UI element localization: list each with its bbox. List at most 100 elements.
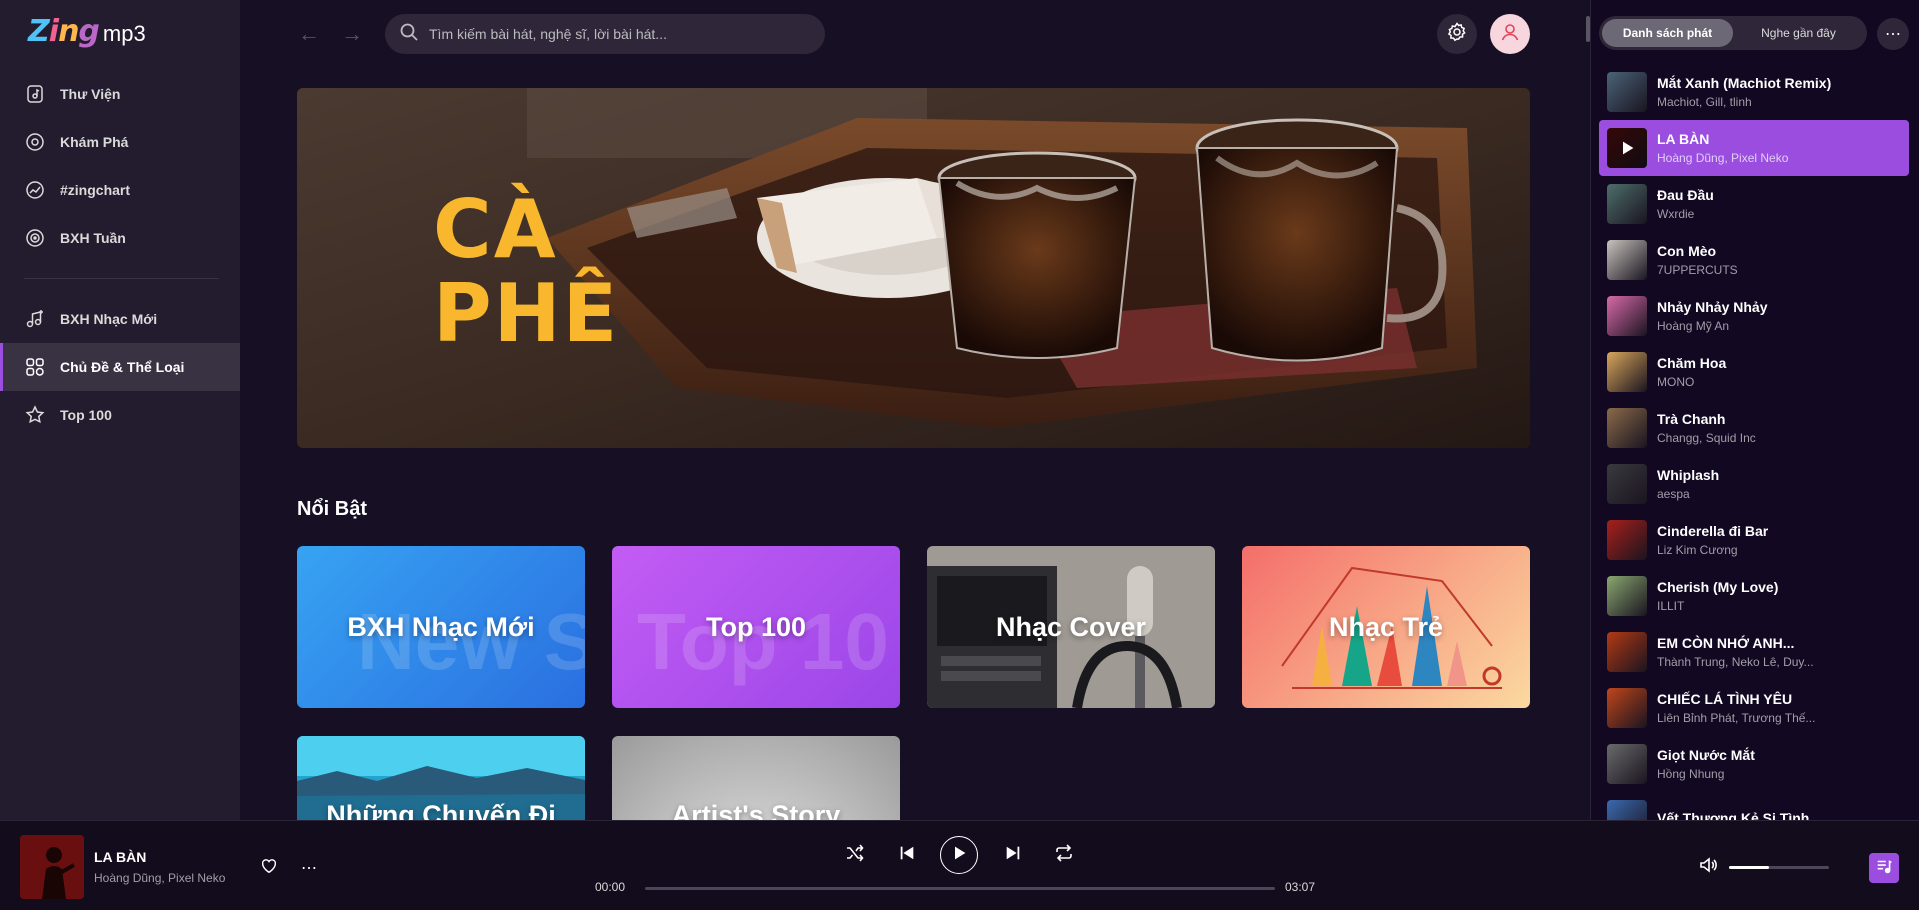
featured-card-new-chart[interactable]: New S BXH Nhạc Mới: [297, 546, 585, 708]
song-artist[interactable]: Liz Kim Cương: [1657, 543, 1837, 557]
featured-card-cover[interactable]: Nhạc Cover: [927, 546, 1215, 708]
sidebar-nav-secondary: BXH Nhạc Mới Chủ Đề & Thể Loại Top 100: [0, 295, 240, 439]
queue-item[interactable]: Chăm Hoa MONO: [1599, 344, 1909, 400]
song-artist[interactable]: Hoàng Mỹ An: [1657, 319, 1837, 333]
queue-item-text: Whiplash aespa: [1657, 467, 1897, 501]
song-artist[interactable]: Hồng Nhung: [1657, 767, 1837, 781]
queue-item[interactable]: Mắt Xanh (Machiot Remix) Machiot, Gill, t…: [1599, 64, 1909, 120]
queue-item-text: Nhảy Nhảy Nhảy Hoàng Mỹ An: [1657, 299, 1897, 333]
progress-bar[interactable]: [645, 887, 1275, 890]
play-button[interactable]: [940, 836, 978, 874]
sidebar-item-top100[interactable]: Top 100: [0, 391, 240, 439]
now-playing-title[interactable]: LA BÀN: [94, 849, 146, 865]
song-title[interactable]: Giọt Nước Mắt: [1657, 747, 1897, 763]
song-title[interactable]: Mắt Xanh (Machiot Remix): [1657, 75, 1897, 91]
queue-list: Mắt Xanh (Machiot Remix) Machiot, Gill, t…: [1599, 64, 1909, 848]
category-icon: [24, 356, 46, 378]
shuffle-icon: [845, 843, 865, 868]
queue-item[interactable]: Cherish (My Love) ILLIT: [1599, 568, 1909, 624]
playlist-more-button[interactable]: ⋯: [1877, 18, 1909, 50]
next-button[interactable]: [1001, 843, 1025, 867]
tab-recently-played[interactable]: Nghe gần đây: [1733, 19, 1864, 47]
song-title[interactable]: EM CÒN NHỚ ANH...: [1657, 635, 1897, 651]
playlist-tabs: Danh sách phát Nghe gần đây: [1599, 16, 1867, 50]
sidebar-item-discover[interactable]: Khám Phá: [0, 118, 240, 166]
song-title[interactable]: Whiplash: [1657, 467, 1897, 483]
featured-card-artist-story[interactable]: Artist's Story: [612, 736, 900, 820]
sidebar-item-label: Thư Viện: [60, 86, 121, 102]
sidebar-item-weekly-chart[interactable]: BXH Tuần: [0, 214, 240, 262]
card-label: Top 100: [705, 611, 807, 642]
now-playing-artist[interactable]: Hoàng Dũng, Pixel Neko: [94, 871, 225, 885]
queue-item[interactable]: Giọt Nước Mắt Hồng Nhung: [1599, 736, 1909, 792]
sidebar-item-zingchart[interactable]: #zingchart: [0, 166, 240, 214]
song-artist[interactable]: Liên Bỉnh Phát, Trương Thế...: [1657, 711, 1837, 725]
like-button[interactable]: [258, 857, 280, 879]
previous-button[interactable]: [895, 843, 919, 867]
song-artist[interactable]: ILLIT: [1657, 599, 1837, 613]
song-artist[interactable]: Thành Trung, Neko Lê, Duy...: [1657, 655, 1837, 669]
volume-fill: [1729, 866, 1769, 869]
banner-title: CÀ PHÊ: [433, 188, 619, 356]
queue-item-text: Đau Đầu Wxrdie: [1657, 187, 1897, 221]
music-plus-icon: [24, 308, 46, 330]
song-title[interactable]: Nhảy Nhảy Nhảy: [1657, 299, 1897, 315]
song-title[interactable]: Cherish (My Love): [1657, 579, 1897, 595]
queue-item-text: Cherish (My Love) ILLIT: [1657, 579, 1897, 613]
settings-button[interactable]: [1437, 14, 1477, 54]
song-artist[interactable]: aespa: [1657, 487, 1837, 501]
back-arrow-icon[interactable]: ←: [297, 22, 321, 46]
featured-card-young-music[interactable]: Nhạc Trẻ: [1242, 546, 1530, 708]
queue-item[interactable]: Whiplash aespa: [1599, 456, 1909, 512]
queue-item[interactable]: Cinderella đi Bar Liz Kim Cương: [1599, 512, 1909, 568]
queue-item[interactable]: LA BÀN Hoàng Dũng, Pixel Neko: [1599, 120, 1909, 176]
song-artist[interactable]: Machiot, Gill, tlinh: [1657, 95, 1837, 109]
zing-mp3-logo[interactable]: Zing mp3: [28, 14, 146, 54]
top-bar: ← →: [297, 14, 1530, 54]
play-icon[interactable]: [1607, 128, 1647, 168]
featured-card-top100[interactable]: Top 10 Top 100: [612, 546, 900, 708]
song-title[interactable]: Chăm Hoa: [1657, 355, 1897, 371]
queue-item[interactable]: Nhảy Nhảy Nhảy Hoàng Mỹ An: [1599, 288, 1909, 344]
user-avatar-button[interactable]: [1490, 14, 1530, 54]
tab-playlist[interactable]: Danh sách phát: [1602, 19, 1733, 47]
repeat-button[interactable]: [1052, 843, 1076, 867]
song-artist[interactable]: Wxrdie: [1657, 207, 1837, 221]
song-thumbnail: [1607, 240, 1647, 280]
song-title[interactable]: Trà Chanh: [1657, 411, 1897, 427]
now-playing-cover[interactable]: [20, 835, 84, 899]
song-thumbnail: [1607, 744, 1647, 784]
song-title[interactable]: CHIẾC LÁ TÌNH YÊU: [1657, 691, 1897, 707]
volume-button[interactable]: [1697, 856, 1719, 878]
queue-item[interactable]: Trà Chanh Changg, Squid Inc: [1599, 400, 1909, 456]
sidebar-item-library[interactable]: Thư Viện: [0, 70, 240, 118]
track-more-button[interactable]: ⋯: [298, 857, 320, 879]
queue-toggle-button[interactable]: [1869, 853, 1899, 883]
queue-item[interactable]: Con Mèo 7UPPERCUTS: [1599, 232, 1909, 288]
sidebar-item-topics-genres[interactable]: Chủ Đề & Thể Loại: [0, 343, 240, 391]
volume-slider[interactable]: [1729, 866, 1829, 869]
song-thumbnail: [1607, 128, 1647, 168]
song-artist[interactable]: 7UPPERCUTS: [1657, 263, 1837, 277]
song-title[interactable]: Cinderella đi Bar: [1657, 523, 1897, 539]
featured-card-travel[interactable]: Những Chuyến Đi: [297, 736, 585, 820]
song-artist[interactable]: MONO: [1657, 375, 1837, 389]
queue-item[interactable]: EM CÒN NHỚ ANH... Thành Trung, Neko Lê, D…: [1599, 624, 1909, 680]
song-title[interactable]: LA BÀN: [1657, 131, 1897, 147]
queue-item-text: LA BÀN Hoàng Dũng, Pixel Neko: [1657, 131, 1897, 165]
song-title[interactable]: Con Mèo: [1657, 243, 1897, 259]
queue-item[interactable]: CHIẾC LÁ TÌNH YÊU Liên Bỉnh Phát, Trương …: [1599, 680, 1909, 736]
queue-item-text: Cinderella đi Bar Liz Kim Cương: [1657, 523, 1897, 557]
shuffle-button[interactable]: [843, 843, 867, 867]
song-artist[interactable]: Hoàng Dũng, Pixel Neko: [1657, 151, 1837, 165]
queue-item[interactable]: Đau Đầu Wxrdie: [1599, 176, 1909, 232]
song-title[interactable]: Đau Đầu: [1657, 187, 1897, 203]
forward-arrow-icon[interactable]: →: [340, 22, 364, 46]
sidebar-item-label: Chủ Đề & Thể Loại: [60, 359, 185, 375]
search-input[interactable]: [429, 26, 809, 42]
banner-title-line1: CÀ: [433, 183, 558, 276]
song-artist[interactable]: Changg, Squid Inc: [1657, 431, 1837, 445]
sidebar-item-new-chart[interactable]: BXH Nhạc Mới: [0, 295, 240, 343]
song-thumbnail: [1607, 296, 1647, 336]
song-thumbnail: [1607, 688, 1647, 728]
